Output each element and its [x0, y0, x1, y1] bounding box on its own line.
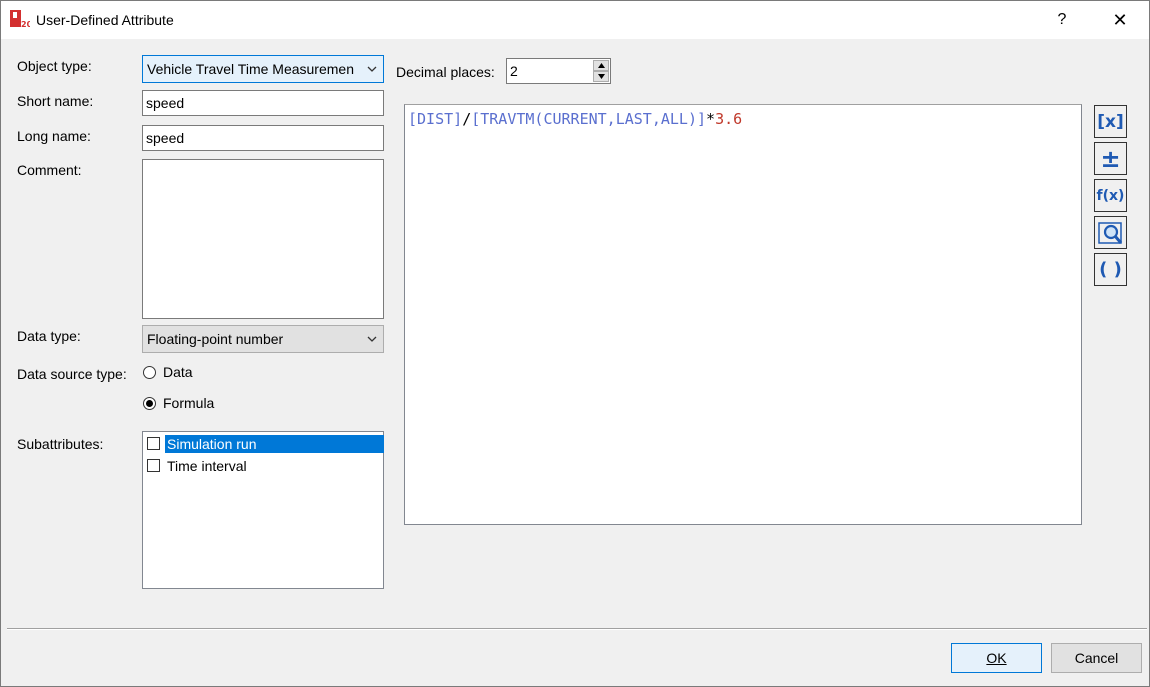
attribute-icon: [x]: [1097, 111, 1124, 132]
data-source-option-data: Data: [163, 364, 193, 380]
chevron-down-icon: [367, 66, 377, 72]
help-button[interactable]: ?: [1039, 1, 1085, 39]
data-source-radio-data[interactable]: [143, 366, 156, 379]
formula-text: [DIST]/[TRAVTM(CURRENT,LAST,ALL)]*3.6: [408, 110, 742, 128]
spinner-buttons: [593, 60, 609, 82]
data-type-label: Data type:: [17, 328, 81, 344]
spin-down-button[interactable]: [593, 71, 609, 82]
long-name-label: Long name:: [17, 128, 91, 144]
arrow-up-icon: [597, 63, 605, 68]
comment-textarea[interactable]: [142, 159, 384, 319]
formula-token-multiply: *: [706, 110, 716, 128]
spin-up-button[interactable]: [593, 60, 609, 71]
formula-editor[interactable]: [DIST]/[TRAVTM(CURRENT,LAST,ALL)]*3.6: [404, 104, 1082, 525]
list-item-label: Simulation run: [165, 435, 384, 453]
long-name-input[interactable]: speed: [142, 125, 384, 151]
insert-attribute-button[interactable]: [x]: [1094, 105, 1127, 138]
decimal-places-spinner[interactable]: 2: [506, 58, 611, 84]
plus-minus-icon: ±: [1100, 144, 1121, 173]
subattributes-list[interactable]: Simulation run Time interval: [142, 431, 384, 589]
short-name-input[interactable]: speed: [142, 90, 384, 116]
data-type-select[interactable]: Floating-point number: [142, 325, 384, 353]
subattributes-label: Subattributes:: [17, 436, 104, 452]
short-name-value: speed: [146, 95, 185, 111]
formula-token-number: 3.6: [715, 110, 743, 128]
brackets-icon: ( ): [1099, 259, 1122, 280]
dialog-window: 20 User-Defined Attribute ? ✕ Object typ…: [0, 0, 1150, 687]
app-icon: 20: [10, 10, 30, 28]
check-formula-button[interactable]: [1094, 216, 1127, 249]
object-type-value: Vehicle Travel Time Measuremen: [147, 61, 354, 77]
svg-text:20: 20: [21, 20, 30, 28]
data-source-option-formula: Formula: [163, 395, 215, 411]
object-type-label: Object type:: [17, 58, 92, 74]
formula-token-dist: [DIST]: [408, 110, 463, 128]
ok-button-label: OK: [986, 650, 1007, 666]
object-type-select[interactable]: Vehicle Travel Time Measuremen: [142, 55, 384, 83]
list-item[interactable]: Time interval: [145, 455, 382, 476]
data-source-label: Data source type:: [17, 366, 127, 382]
cancel-button[interactable]: Cancel: [1051, 643, 1142, 673]
list-item-label: Time interval: [167, 458, 247, 474]
footer-separator: [7, 628, 1147, 630]
cancel-button-label: Cancel: [1074, 650, 1119, 666]
data-source-radio-formula[interactable]: [143, 397, 156, 410]
comment-label: Comment:: [17, 162, 82, 178]
data-type-value: Floating-point number: [147, 331, 284, 347]
long-name-value: speed: [146, 130, 185, 146]
help-icon: ?: [1057, 11, 1067, 28]
chevron-down-icon: [367, 336, 377, 342]
window-title: User-Defined Attribute: [36, 12, 174, 28]
decimal-places-label: Decimal places:: [396, 64, 495, 80]
decimal-places-value: 2: [510, 63, 518, 79]
close-button[interactable]: ✕: [1097, 1, 1143, 39]
time-interval-checkbox[interactable]: [147, 459, 160, 472]
magnifier-icon: [1097, 221, 1122, 244]
close-icon: ✕: [1112, 9, 1128, 30]
insert-function-button[interactable]: f(x): [1094, 179, 1127, 212]
short-name-label: Short name:: [17, 93, 94, 109]
formula-token-travtm: [TRAVTM(CURRENT,LAST,ALL)]: [471, 110, 707, 128]
list-item[interactable]: Simulation run: [145, 433, 384, 454]
function-icon: f(x): [1096, 187, 1125, 204]
title-bar: 20 User-Defined Attribute ? ✕: [1, 1, 1149, 39]
simulation-run-checkbox[interactable]: [147, 437, 160, 450]
insert-brackets-button[interactable]: ( ): [1094, 253, 1127, 286]
formula-token-divide: /: [462, 110, 472, 128]
ok-button[interactable]: OK: [951, 643, 1042, 673]
arrow-down-icon: [597, 74, 605, 79]
insert-operator-button[interactable]: ±: [1094, 142, 1127, 175]
